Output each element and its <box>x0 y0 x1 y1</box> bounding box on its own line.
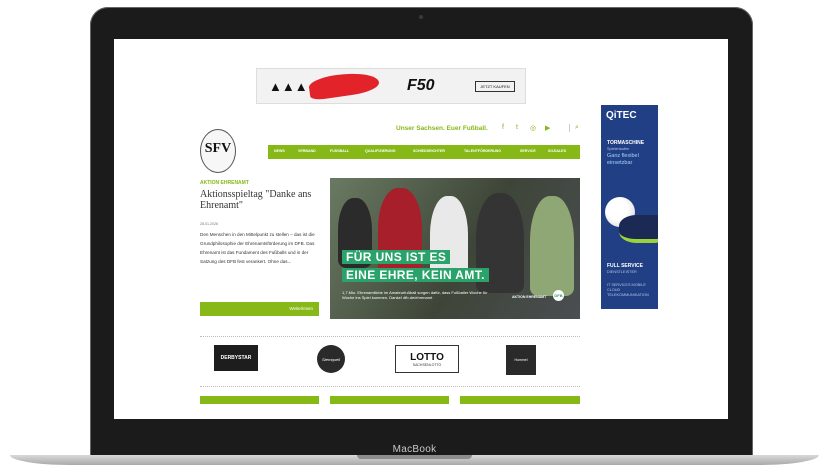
laptop-notch <box>357 455 472 459</box>
article-date: 28.01.2026 <box>200 222 218 226</box>
adidas-ad-banner[interactable]: ▲▲▲ F50 JETZT KAUFEN <box>256 68 526 104</box>
ad-product: F50 <box>407 77 435 94</box>
sponsor-lotto[interactable]: LOTTO SACHSENLOTTO <box>395 345 459 373</box>
section-divider <box>200 336 580 337</box>
sponsor-subname: SACHSENLOTTO <box>412 362 442 367</box>
device-label: MacBook <box>392 444 437 455</box>
person-figure <box>378 188 422 278</box>
twitter-icon[interactable]: t <box>516 124 518 131</box>
side-ad-kicker: Spielerlaufen <box>607 147 630 151</box>
sponsor-hummel[interactable]: Hummel <box>506 345 536 375</box>
side-ad-service: FULL SERVICE <box>607 263 643 269</box>
sfv-logo[interactable]: SFV <box>200 129 236 173</box>
qitec-side-ad[interactable]: QiTEC TORMASCHINE Spielerlaufen Ganz fle… <box>601 105 658 309</box>
shoe-image <box>619 215 658 243</box>
side-ad-brand: QiTEC <box>606 110 637 121</box>
browser-screen: ▲▲▲ F50 JETZT KAUFEN Unser Sachsen. Euer… <box>114 39 728 419</box>
hero-subtext: 1,7 Mio. Ehrenamtliche im Amateurfußball… <box>342 290 488 300</box>
hero-headline-line1: FÜR UNS IST ES <box>342 250 451 264</box>
person-figure <box>530 196 574 296</box>
hero-image[interactable]: FÜR UNS IST ES EINE EHRE, KEIN AMT. 1,7 … <box>330 178 580 319</box>
hero-brand-label: AKTION EHRENAMT <box>512 295 547 299</box>
sponsor-sternquell[interactable]: Sternquell <box>317 345 345 373</box>
nav-item-talentfoerderung[interactable]: TALENTFÖRDERUNG <box>464 149 501 153</box>
site-tagline: Unser Sachsen. Euer Fußball. <box>396 125 488 132</box>
instagram-icon[interactable]: ◎ <box>530 124 536 132</box>
nav-item-verband[interactable]: VERBAND <box>298 149 316 153</box>
sponsor-name: DERBYSTAR <box>220 355 252 361</box>
nav-item-qualifizierung[interactable]: QUALIFIZIERUNG <box>365 149 396 153</box>
side-ad-headline: Ganz flexibel einsetzbar <box>607 153 639 166</box>
read-more-button[interactable]: Weiterlesen <box>200 302 319 316</box>
football-boot-image <box>307 69 381 101</box>
side-ad-service-sub: DIENSTLEISTER <box>607 270 637 274</box>
feature-tile[interactable] <box>200 396 319 404</box>
nav-item-service[interactable]: SERVICE <box>520 149 536 153</box>
side-ad-fine-print: IT SERVICES MOBILE CLOUD TELEKOMMUNIKATI… <box>607 283 649 297</box>
article-teaser: Den Menschen in den Mittelpunkt zu stell… <box>200 232 315 264</box>
article-headline[interactable]: Aktionsspieltag "Danke ans Ehrenamt" <box>200 189 322 211</box>
adidas-logo: ▲▲▲ <box>269 79 308 94</box>
side-ad-title: TORMASCHINE <box>607 140 645 146</box>
logo-text: SFV <box>204 141 232 156</box>
nav-item-soziales[interactable]: SOZIALES <box>548 149 566 153</box>
dfb-badge: DFB <box>553 290 564 301</box>
laptop-frame: ▲▲▲ F50 JETZT KAUFEN Unser Sachsen. Euer… <box>90 7 753 462</box>
sponsor-name: Hummel <box>514 358 528 362</box>
sponsor-name: LOTTO <box>410 351 444 363</box>
youtube-icon[interactable]: ▶ <box>545 124 550 132</box>
nav-item-news[interactable]: NEWS <box>274 149 285 153</box>
nav-item-schiedsrichter[interactable]: SCHIEDSRICHTER <box>413 149 445 153</box>
sponsor-derbystar[interactable]: DERBYSTAR <box>214 345 258 371</box>
hero-headline-line2: EINE EHRE, KEIN AMT. <box>342 268 489 282</box>
main-nav: NEWS VERBAND FUSSBALL QUALIFIZIERUNG SCH… <box>268 145 580 159</box>
search-icon[interactable]: ⌕ <box>569 124 579 132</box>
section-divider <box>200 386 580 387</box>
facebook-icon[interactable]: f <box>502 124 504 131</box>
nav-item-fussball[interactable]: FUSSBALL <box>330 149 349 153</box>
feature-tile[interactable] <box>460 396 580 404</box>
article-kicker: AKTION EHRENAMT <box>200 180 249 186</box>
sponsor-name: Sternquell <box>321 356 340 362</box>
ad-cta-button[interactable]: JETZT KAUFEN <box>475 81 515 92</box>
camera-icon <box>419 15 423 19</box>
feature-tile[interactable] <box>330 396 449 404</box>
